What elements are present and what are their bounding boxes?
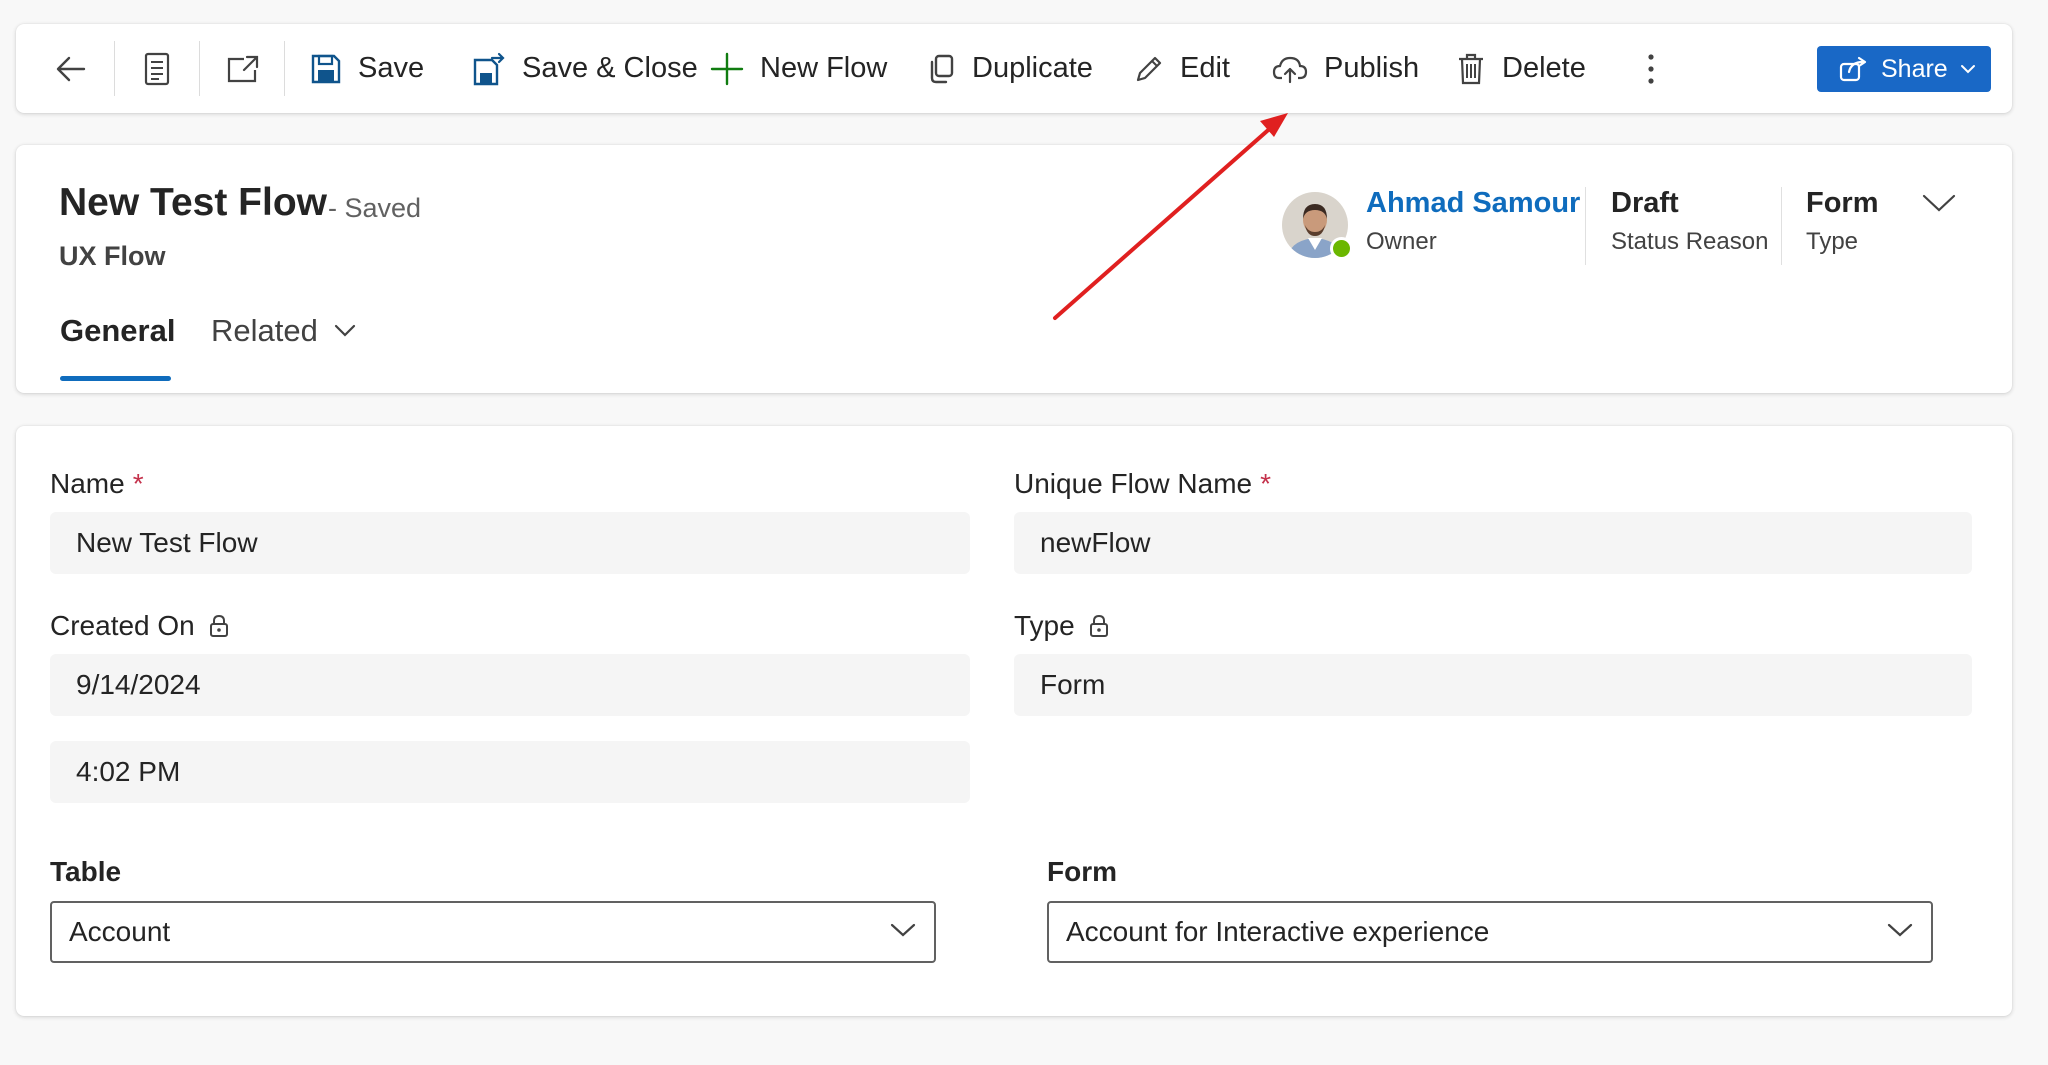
tab-general[interactable]: General xyxy=(60,313,175,349)
edit-button[interactable]: Edit xyxy=(1134,24,1230,113)
header-divider xyxy=(1585,187,1586,265)
record-set-icon xyxy=(144,52,170,85)
share-button[interactable]: Share xyxy=(1817,46,1991,92)
owner-field: Ahmad Samour Owner xyxy=(1366,187,1580,256)
presence-available-badge xyxy=(1330,237,1353,260)
duplicate-button[interactable]: Duplicate xyxy=(928,24,1093,113)
type-label: Type xyxy=(1014,610,1075,641)
save-close-icon xyxy=(473,52,505,85)
save-icon xyxy=(311,54,341,83)
more-vertical-icon xyxy=(1648,53,1654,84)
form-label: Form xyxy=(1047,856,1117,887)
chevron-down-icon xyxy=(1887,923,1913,937)
chevron-down-icon xyxy=(1922,194,1956,212)
duplicate-icon xyxy=(930,54,954,83)
delete-label: Delete xyxy=(1502,52,1586,84)
created-on-label: Created On xyxy=(50,610,195,641)
unique-name-field-label: Unique Flow Name * xyxy=(1014,468,1271,500)
table-select[interactable]: Account xyxy=(50,901,936,963)
save-and-close-button[interactable]: Save & Close xyxy=(472,24,698,113)
plus-icon xyxy=(710,52,744,85)
share-label: Share xyxy=(1881,54,1948,83)
owner-link[interactable]: Ahmad Samour xyxy=(1366,187,1580,220)
lock-icon xyxy=(209,614,228,637)
toolbar-divider xyxy=(114,41,115,96)
type-field-label: Type xyxy=(1014,610,1109,642)
tab-related[interactable]: Related xyxy=(211,313,356,349)
save-and-close-label: Save & Close xyxy=(522,52,698,84)
duplicate-label: Duplicate xyxy=(972,52,1093,84)
form-select-value: Account for Interactive experience xyxy=(1066,916,1490,947)
entity-name: UX Flow xyxy=(59,241,166,271)
name-field xyxy=(50,512,970,574)
command-bar: Save Save & Close New Flow Duplicate Edi… xyxy=(16,24,2012,113)
open-in-new-window-button[interactable] xyxy=(226,24,260,113)
unique-name-field xyxy=(1014,512,1972,574)
record-header: New Test Flow - Saved UX Flow General Re… xyxy=(16,145,2012,393)
type-value: Form xyxy=(1040,669,1106,700)
lock-icon xyxy=(1089,614,1108,637)
header-divider xyxy=(1781,187,1782,265)
type-field: Form xyxy=(1014,654,1972,716)
trash-icon xyxy=(1459,53,1483,84)
new-flow-button[interactable]: New Flow xyxy=(710,24,887,113)
cloud-upload-icon xyxy=(1272,56,1308,83)
table-field-label: Table xyxy=(50,856,121,888)
back-button[interactable] xyxy=(54,24,88,113)
created-on-time-field: 4:02 PM xyxy=(50,741,970,803)
owner-label: Owner xyxy=(1366,228,1437,255)
form-select[interactable]: Account for Interactive experience xyxy=(1047,901,1933,963)
pencil-icon xyxy=(1136,56,1162,81)
publish-label: Publish xyxy=(1324,52,1420,84)
tab-selected-indicator xyxy=(60,376,171,381)
open-new-window-icon xyxy=(227,55,259,82)
type-header-field: Form Type xyxy=(1806,187,1879,256)
toolbar-divider xyxy=(284,41,285,96)
unique-name-input[interactable] xyxy=(1040,527,1879,559)
status-reason-label: Status Reason xyxy=(1611,228,1769,255)
share-icon xyxy=(1839,56,1867,82)
status-reason-field: Draft Status Reason xyxy=(1611,187,1768,256)
record-set-button[interactable] xyxy=(142,24,172,113)
required-marker: * xyxy=(132,468,144,499)
created-on-date-value: 9/14/2024 xyxy=(76,669,201,700)
more-commands-button[interactable] xyxy=(1646,24,1656,113)
save-button[interactable]: Save xyxy=(310,24,424,113)
created-on-time-value: 4:02 PM xyxy=(76,756,181,787)
created-on-date-field: 9/14/2024 xyxy=(50,654,970,716)
general-section: Name * Unique Flow Name * Created On 9/1… xyxy=(16,426,2012,1016)
save-label: Save xyxy=(358,52,425,84)
publish-button[interactable]: Publish xyxy=(1272,24,1419,113)
back-arrow-icon xyxy=(56,56,86,81)
toolbar-divider xyxy=(199,41,200,96)
form-field-label: Form xyxy=(1047,856,1117,888)
chevron-down-icon xyxy=(334,324,355,337)
chevron-down-icon xyxy=(1960,65,1975,74)
created-on-field-label: Created On xyxy=(50,610,229,642)
tab-related-label: Related xyxy=(211,313,318,348)
chevron-down-icon xyxy=(890,923,916,937)
type-header-label: Type xyxy=(1806,228,1859,255)
type-header-value: Form xyxy=(1806,187,1879,219)
name-input[interactable] xyxy=(76,527,881,559)
name-field-label: Name * xyxy=(50,468,144,500)
save-status: - Saved xyxy=(328,193,422,223)
status-reason-value: Draft xyxy=(1611,187,1679,219)
page-title: New Test Flow xyxy=(59,181,327,224)
new-flow-label: New Flow xyxy=(760,52,888,84)
name-label: Name xyxy=(50,468,125,499)
table-select-value: Account xyxy=(69,916,171,947)
delete-button[interactable]: Delete xyxy=(1456,24,1586,113)
expand-header-button[interactable] xyxy=(1922,193,1956,218)
unique-name-label: Unique Flow Name xyxy=(1014,468,1253,499)
table-label: Table xyxy=(50,856,122,887)
required-marker: * xyxy=(1260,468,1272,499)
edit-label: Edit xyxy=(1180,52,1230,84)
